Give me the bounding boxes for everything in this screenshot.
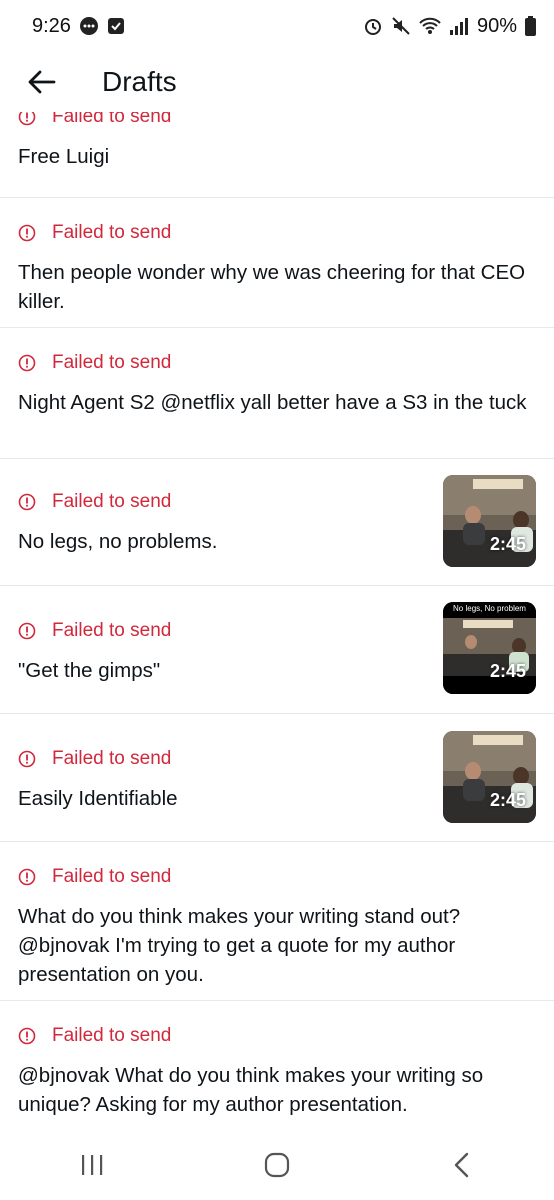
app-bar: Drafts [0, 52, 554, 112]
draft-text: Easily Identifiable [18, 787, 178, 810]
home-icon [264, 1152, 290, 1178]
video-thumbnail[interactable]: 2:45 [443, 475, 536, 567]
draft-status: Failed to send [18, 1023, 536, 1049]
signal-icon [449, 18, 468, 35]
draft-status: Failed to send [18, 350, 536, 376]
draft-status-label: Failed to send [52, 112, 172, 127]
alarm-icon [364, 19, 381, 35]
draft-status: Failed to send [18, 864, 536, 890]
video-duration: 2:45 [489, 790, 526, 810]
draft-item[interactable]: Failed to send Free Luigi [0, 112, 554, 198]
system-back-button[interactable] [417, 1135, 507, 1195]
draft-text: What do you think makes your writing sta… [18, 905, 461, 986]
draft-text: Night Agent S2 @netflix yall better have… [18, 391, 527, 414]
arrow-left-icon [28, 70, 56, 94]
draft-text: Then people wonder why we was cheering f… [18, 261, 526, 313]
error-circle-icon [18, 1027, 36, 1045]
page-title: Drafts [102, 66, 177, 97]
system-nav-bar [0, 1130, 554, 1200]
error-circle-icon [18, 112, 36, 126]
draft-status: Failed to send [18, 220, 536, 246]
wifi-icon [419, 17, 441, 34]
draft-status: Failed to send [18, 746, 416, 772]
checkbox-notification-icon [107, 18, 124, 34]
draft-text: Free Luigi [18, 145, 110, 168]
battery-percent: 90% [476, 14, 517, 37]
draft-status: Failed to send [18, 618, 416, 644]
clock: 9:26 [32, 14, 71, 37]
error-circle-icon [18, 224, 36, 242]
draft-status-label: Failed to send [52, 491, 172, 512]
status-bar-right: 90% [363, 15, 536, 38]
video-thumbnail[interactable]: No legs, No problem 2:45 [443, 602, 536, 694]
video-thumbnail[interactable]: 2:45 [443, 731, 536, 823]
draft-status-label: Failed to send [52, 1025, 172, 1046]
battery-icon [525, 16, 536, 36]
draft-item[interactable]: Failed to send What do you think makes y… [0, 842, 554, 1001]
video-duration: 2:45 [489, 661, 526, 681]
draft-status-label: Failed to send [52, 222, 172, 243]
error-circle-icon [18, 354, 36, 372]
draft-item[interactable]: Failed to send "Get the gimps" No legs, … [0, 586, 554, 714]
draft-status-label: Failed to send [52, 748, 172, 769]
draft-item[interactable]: Failed to send Then people wonder why we… [0, 198, 554, 328]
error-circle-icon [18, 622, 36, 640]
draft-status: Failed to send [18, 112, 536, 130]
recents-icon [82, 1155, 103, 1175]
draft-item[interactable]: Failed to send No legs, no problems. 2:4… [0, 459, 554, 586]
error-circle-icon [18, 750, 36, 768]
status-bar-left: 9:26 [32, 15, 125, 38]
draft-item[interactable]: Failed to send Easily Identifiable 2:45 [0, 714, 554, 842]
draft-status-label: Failed to send [52, 620, 172, 641]
error-circle-icon [18, 493, 36, 511]
status-bar: 9:26 90% [0, 0, 554, 52]
draft-status-label: Failed to send [52, 866, 172, 887]
messages-notification-icon [79, 17, 98, 35]
draft-item[interactable]: Failed to send Night Agent S2 @netflix y… [0, 328, 554, 459]
recents-button[interactable] [47, 1135, 137, 1195]
draft-text: No legs, no problems. [18, 530, 218, 553]
draft-text: @bjnovak What do you think makes your wr… [18, 1064, 484, 1116]
back-nav-icon [454, 1152, 468, 1178]
video-duration: 2:45 [489, 534, 526, 554]
draft-status-label: Failed to send [52, 352, 172, 373]
back-button[interactable] [12, 52, 72, 112]
draft-status: Failed to send [18, 489, 416, 515]
video-caption: No legs, No problem [453, 604, 526, 613]
error-circle-icon [18, 868, 36, 886]
draft-item[interactable]: Failed to send @bjnovak What do you thin… [0, 1001, 554, 1130]
drafts-list[interactable]: Failed to send Free Luigi Failed to send… [0, 112, 554, 1130]
draft-text: "Get the gimps" [18, 659, 161, 682]
mute-icon [392, 17, 410, 35]
home-button[interactable] [232, 1135, 322, 1195]
